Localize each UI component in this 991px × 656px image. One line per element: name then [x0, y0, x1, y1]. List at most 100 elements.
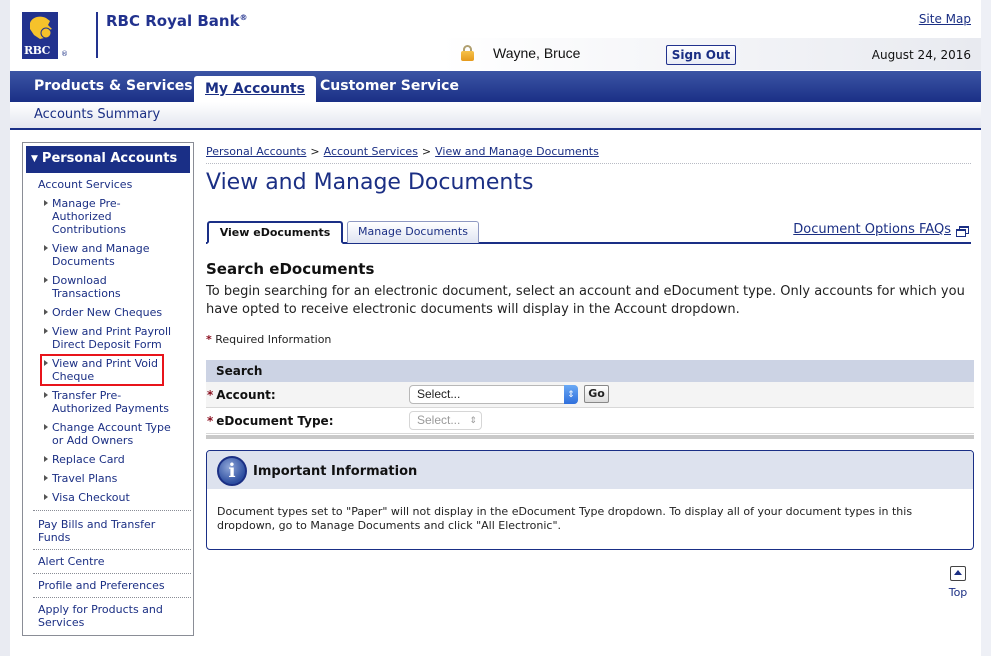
required-asterisk: * [207, 414, 214, 428]
sidebar-item-label: Order New Cheques [52, 306, 163, 319]
arrow-right-icon [44, 475, 48, 481]
lion-icon [30, 16, 52, 39]
sidebar-item-transfer-pre-authorized-payments[interactable]: Transfer Pre-Authorized Payments [43, 389, 173, 415]
sidebar-item-replace-card[interactable]: Replace Card [43, 453, 193, 466]
triangle-down-icon: ▼ [31, 154, 38, 164]
required-asterisk: * [207, 388, 214, 402]
page-title: View and Manage Documents [206, 170, 534, 195]
important-information-header: i Important Information [207, 451, 973, 489]
breadcrumb-separator: > [310, 145, 320, 158]
sub-nav: Accounts Summary [10, 102, 981, 130]
sidebar-item-label: Download Transactions [52, 274, 121, 300]
search-table-heading: Search [206, 360, 974, 382]
select-chevrons-icon: ⇕ [564, 385, 578, 404]
arrow-right-icon [44, 494, 48, 500]
sidebar-link-pay-bills[interactable]: Pay Bills and Transfer Funds [38, 518, 163, 544]
edocument-type-row: * eDocument Type: Select... ⇕ [206, 408, 974, 434]
lock-icon [461, 45, 474, 61]
edocument-type-label: * eDocument Type: [207, 414, 334, 428]
sidebar-item-payroll-direct-deposit[interactable]: View and Print Payroll Direct Deposit Fo… [43, 325, 193, 351]
account-select[interactable]: Select... ⇕ [409, 385, 578, 404]
sidebar-link-profile-preferences[interactable]: Profile and Preferences [38, 579, 188, 592]
account-label: * Account: [207, 388, 276, 402]
sidebar-heading[interactable]: ▼ Personal Accounts [26, 146, 190, 173]
arrow-right-icon [44, 245, 48, 251]
sidebar-divider [33, 597, 191, 598]
nav-customer-service[interactable]: Customer Service [320, 71, 459, 102]
back-to-top-label: Top [948, 586, 968, 599]
sidebar-item-label: Transfer Pre-Authorized Payments [52, 389, 169, 415]
document-options-faqs-link[interactable]: Document Options FAQs [793, 222, 951, 237]
sidebar-heading-label: Personal Accounts [41, 151, 178, 166]
sidebar-link-apply-products[interactable]: Apply for Products and Services [38, 603, 173, 629]
sidebar-divider [33, 573, 191, 574]
arrow-right-icon [44, 277, 48, 283]
sidebar-item-download-transactions[interactable]: Download Transactions [43, 274, 123, 300]
edocument-type-label-text: eDocument Type: [216, 414, 334, 428]
sidebar: ▼ Personal Accounts Account Services Mana… [22, 142, 194, 636]
tab-view-edocuments[interactable]: View eDocuments [207, 221, 343, 244]
sidebar-item-manage-pre-authorized-contributions[interactable]: Manage Pre-Authorized Contributions [43, 197, 127, 236]
breadcrumb-view-manage-documents[interactable]: View and Manage Documents [435, 145, 599, 158]
arrow-right-icon [44, 424, 48, 430]
sidebar-divider [33, 510, 191, 511]
nav-products-services[interactable]: Products & Services [34, 71, 193, 102]
sidebar-item-order-new-cheques[interactable]: Order New Cheques [43, 306, 193, 319]
sidebar-item-label: Manage Pre-Authorized Contributions [52, 197, 127, 236]
go-button[interactable]: Go [584, 385, 609, 403]
sidebar-item-view-manage-documents[interactable]: View and Manage Documents [43, 242, 153, 268]
sidebar-services-list: Manage Pre-Authorized Contributions View… [40, 197, 193, 510]
search-table-footer [206, 435, 974, 439]
back-to-top-link[interactable]: Top [946, 566, 970, 600]
select-chevrons-icon: ⇕ [469, 415, 477, 425]
sidebar-divider [33, 549, 191, 550]
main-nav: Products & Services My Accounts Customer… [10, 71, 981, 102]
sidebar-item-void-cheque[interactable]: View and Print Void Cheque [40, 354, 164, 386]
sign-out-button[interactable]: Sign Out [666, 45, 736, 65]
logo-registered-mark: ® [61, 50, 68, 58]
window-scrollbar[interactable] [981, 0, 991, 656]
brand-name: RBC Royal Bank® [106, 12, 248, 30]
sidebar-item-change-account-type[interactable]: Change Account Type or Add Owners [43, 421, 175, 447]
nav-my-accounts[interactable]: My Accounts [194, 76, 316, 102]
arrow-right-icon [44, 456, 48, 462]
account-label-text: Account: [216, 388, 276, 402]
breadcrumb: Personal Accounts > Account Services > View … [206, 145, 599, 158]
window-left-edge [0, 0, 10, 656]
sidebar-item-travel-plans[interactable]: Travel Plans [43, 472, 193, 485]
sidebar-item-label: Visa Checkout [52, 491, 130, 504]
edocument-type-select[interactable]: Select... ⇕ [409, 411, 482, 430]
arrow-right-icon [44, 392, 48, 398]
brand-divider [96, 12, 98, 58]
important-information-box: i Important Information Document types s… [206, 450, 974, 550]
arrow-right-icon [44, 309, 48, 315]
search-intro-text: To begin searching for an electronic doc… [206, 284, 965, 317]
account-select-value: Select... [417, 387, 461, 401]
edocument-type-select-value: Select... [417, 413, 461, 427]
important-information-text: Document types set to "Paper" will not d… [217, 505, 913, 532]
new-window-icon[interactable] [956, 226, 969, 237]
sidebar-subheading[interactable]: Account Services [38, 178, 132, 191]
logo-text: RBC [24, 44, 50, 57]
sidebar-item-visa-checkout[interactable]: Visa Checkout [43, 491, 193, 504]
brand-registered-mark: ® [239, 13, 248, 22]
site-map-link[interactable]: Site Map [919, 12, 971, 26]
search-edocuments-title: Search eDocuments [206, 260, 375, 278]
breadcrumb-personal-accounts[interactable]: Personal Accounts [206, 145, 306, 158]
important-information-title: Important Information [253, 464, 418, 479]
arrow-right-icon [44, 328, 48, 334]
brand-name-text: RBC Royal Bank [106, 12, 240, 30]
sidebar-item-label: Change Account Type or Add Owners [52, 421, 171, 447]
arrow-right-icon [44, 200, 48, 206]
arrow-right-icon [44, 360, 48, 366]
required-asterisk: * [206, 333, 212, 346]
breadcrumb-account-services[interactable]: Account Services [324, 145, 418, 158]
tab-manage-documents[interactable]: Manage Documents [347, 221, 479, 243]
user-name: Wayne, Bruce [493, 45, 581, 61]
rbc-logo[interactable]: RBC [22, 12, 58, 59]
sidebar-link-alert-centre[interactable]: Alert Centre [38, 555, 188, 568]
accounts-summary-link[interactable]: Accounts Summary [34, 107, 160, 122]
current-date: August 24, 2016 [871, 48, 971, 62]
account-row: * Account: Select... ⇕ Go [206, 382, 974, 408]
breadcrumb-divider [206, 163, 971, 164]
